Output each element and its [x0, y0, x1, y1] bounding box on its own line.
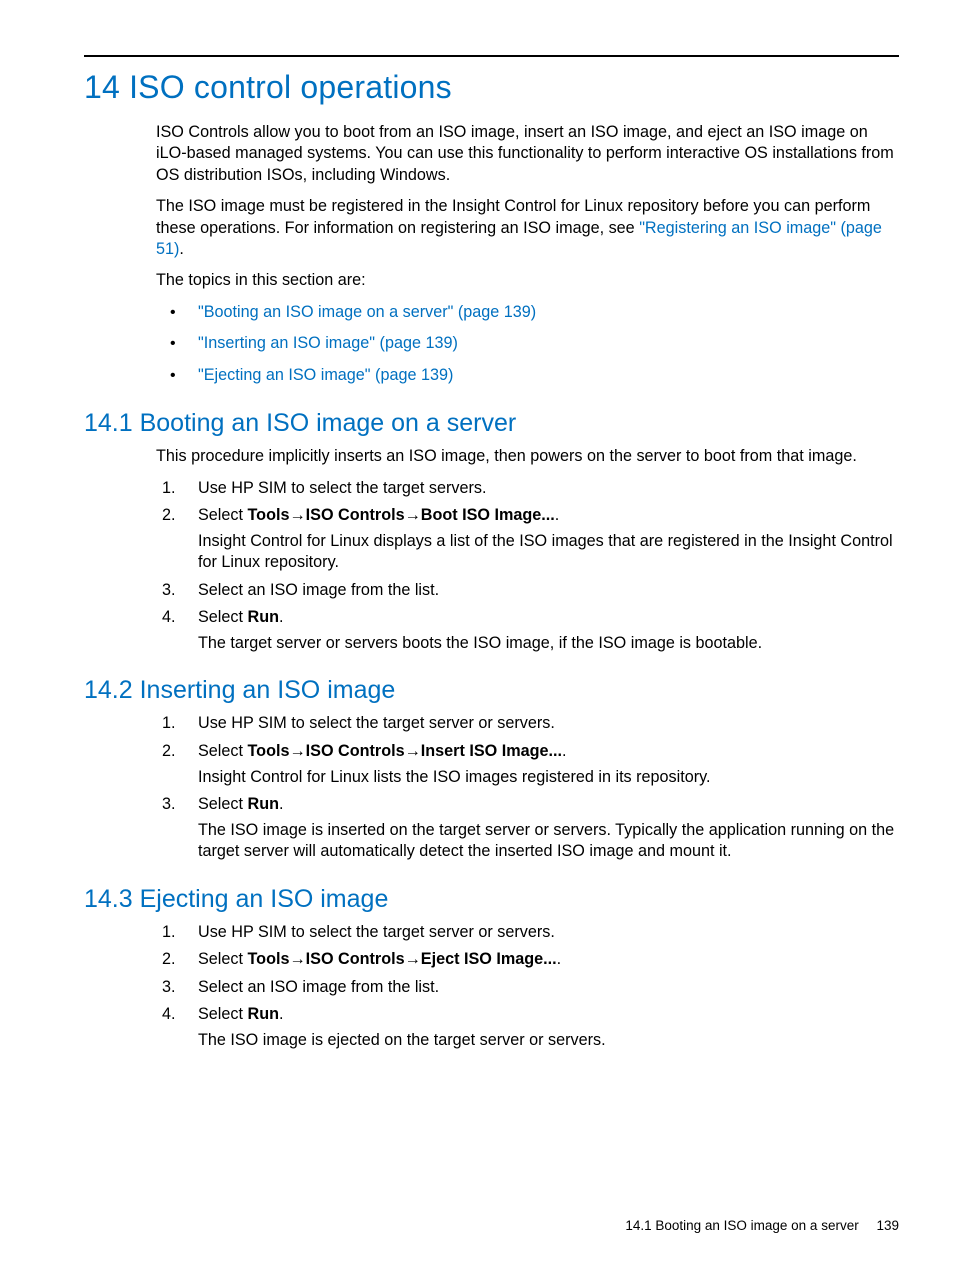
s2-step1-text: Use HP SIM to select the target server o…: [198, 714, 555, 732]
s2-step2-pre: Select: [198, 742, 248, 760]
s1-step2-sub: Insight Control for Linux displays a lis…: [198, 531, 899, 574]
section-14-3-title: 14.3 Ejecting an ISO image: [84, 885, 899, 914]
s3-step-2: Select Tools→ISO Controls→Eject ISO Imag…: [156, 949, 899, 971]
s2-step2-post: .: [562, 742, 567, 760]
s3-step-4: Select Run. The ISO image is ejected on …: [156, 1004, 899, 1051]
top-rule: [84, 55, 899, 57]
s2-step3-b: Run: [248, 795, 279, 813]
intro-para-1: ISO Controls allow you to boot from an I…: [156, 122, 899, 186]
link-toc-inserting[interactable]: "Inserting an ISO image" (page 139): [198, 334, 458, 352]
s2-step2-b2: ISO Controls: [306, 742, 405, 760]
intro-para-3: The topics in this section are:: [156, 270, 899, 291]
s1-step4-post: .: [279, 608, 284, 626]
s3-step4-post: .: [279, 1005, 284, 1023]
s1-step4-sub: The target server or servers boots the I…: [198, 633, 899, 655]
section-14-1-title: 14.1 Booting an ISO image on a server: [84, 409, 899, 438]
s1-step-4: Select Run. The target server or servers…: [156, 607, 899, 654]
s1-step-1: Use HP SIM to select the target servers.: [156, 478, 899, 500]
s1-step2-pre: Select: [198, 506, 248, 524]
toc-item: "Inserting an ISO image" (page 139): [156, 333, 899, 355]
s1-step2-post: .: [555, 506, 560, 524]
s2-step3-pre: Select: [198, 795, 248, 813]
s3-step3-text: Select an ISO image from the list.: [198, 978, 439, 996]
s1-step4-b: Run: [248, 608, 279, 626]
toc-item: "Booting an ISO image on a server" (page…: [156, 302, 899, 324]
s1-step1-text: Use HP SIM to select the target servers.: [198, 479, 487, 497]
s1-step-2: Select Tools→ISO Controls→Boot ISO Image…: [156, 505, 899, 574]
s3-step2-pre: Select: [198, 950, 248, 968]
link-toc-booting[interactable]: "Booting an ISO image on a server" (page…: [198, 303, 536, 321]
s3-step2-b3: Eject ISO Image...: [421, 950, 557, 968]
section-14-2-title: 14.2 Inserting an ISO image: [84, 676, 899, 705]
s3-step4-b: Run: [248, 1005, 279, 1023]
s1-step2-b2: ISO Controls: [306, 506, 405, 524]
intro-p2-post: .: [179, 240, 184, 258]
s2-step-1: Use HP SIM to select the target server o…: [156, 713, 899, 735]
s1-steps: Use HP SIM to select the target servers.…: [156, 478, 899, 655]
s3-step1-text: Use HP SIM to select the target server o…: [198, 923, 555, 941]
s3-step2-b1: Tools: [248, 950, 290, 968]
s2-steps: Use HP SIM to select the target server o…: [156, 713, 899, 862]
s2-step3-post: .: [279, 795, 284, 813]
s1-step2-b3: Boot ISO Image...: [421, 506, 555, 524]
s3-step-1: Use HP SIM to select the target server o…: [156, 922, 899, 944]
toc-item: "Ejecting an ISO image" (page 139): [156, 365, 899, 387]
s3-step2-post: .: [557, 950, 562, 968]
s2-step2-sub: Insight Control for Linux lists the ISO …: [198, 767, 899, 789]
s3-step2-b2: ISO Controls: [306, 950, 405, 968]
chapter-title: 14 ISO control operations: [84, 69, 899, 106]
footer-section-label: 14.1 Booting an ISO image on a server: [625, 1218, 858, 1233]
s3-step4-pre: Select: [198, 1005, 248, 1023]
s3-steps: Use HP SIM to select the target server o…: [156, 922, 899, 1052]
s3-step4-sub: The ISO image is ejected on the target s…: [198, 1030, 899, 1052]
link-toc-ejecting[interactable]: "Ejecting an ISO image" (page 139): [198, 366, 453, 384]
s1-step3-text: Select an ISO image from the list.: [198, 581, 439, 599]
s1-step-3: Select an ISO image from the list.: [156, 580, 899, 602]
s2-step-2: Select Tools→ISO Controls→Insert ISO Ima…: [156, 741, 899, 788]
page-footer: 14.1 Booting an ISO image on a server 13…: [625, 1218, 899, 1233]
s2-step2-b1: Tools: [248, 742, 290, 760]
s2-step3-sub: The ISO image is inserted on the target …: [198, 820, 899, 863]
s2-step-3: Select Run. The ISO image is inserted on…: [156, 794, 899, 863]
s1-step4-pre: Select: [198, 608, 248, 626]
s3-step-3: Select an ISO image from the list.: [156, 977, 899, 999]
footer-page-number: 139: [876, 1218, 899, 1233]
s1-intro: This procedure implicitly inserts an ISO…: [156, 446, 899, 467]
s1-step2-b1: Tools: [248, 506, 290, 524]
toc-list: "Booting an ISO image on a server" (page…: [156, 302, 899, 388]
intro-para-2: The ISO image must be registered in the …: [156, 196, 899, 260]
s2-step2-b3: Insert ISO Image...: [421, 742, 562, 760]
